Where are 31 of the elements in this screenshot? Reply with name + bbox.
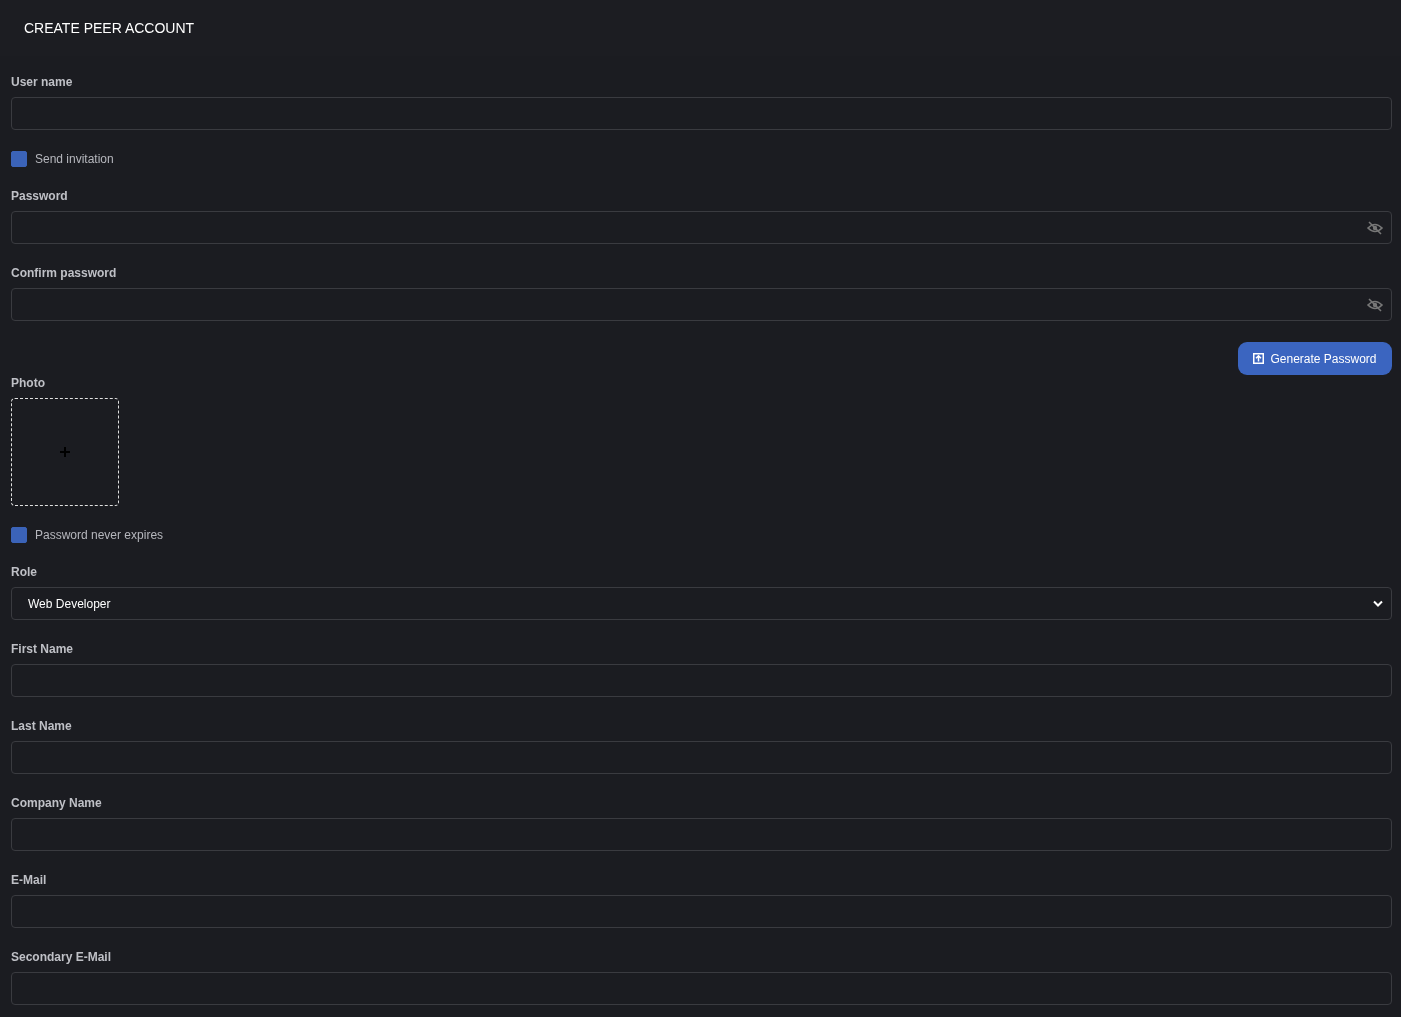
role-dropdown[interactable]: Web Developer — [11, 587, 1392, 620]
field-label: Company Name — [11, 795, 103, 811]
field-label: Secondary E-Mail — [11, 949, 113, 965]
input-field[interactable] — [11, 664, 1392, 697]
input-field[interactable] — [11, 972, 1392, 1005]
password-field[interactable] — [11, 288, 1392, 321]
field-label: User name — [11, 74, 74, 90]
field-label: Password — [11, 188, 69, 204]
field-label: Photo — [11, 375, 46, 391]
checkbox[interactable] — [11, 151, 27, 167]
input-field[interactable] — [11, 818, 1392, 851]
checkbox-label: Password never expires — [35, 528, 164, 542]
field-label: Confirm password — [11, 265, 118, 281]
photo-upload[interactable] — [11, 398, 119, 506]
generate-password-button[interactable]: Generate Password — [1238, 342, 1392, 375]
eye-slash-icon[interactable] — [1367, 298, 1383, 312]
input-field[interactable] — [11, 741, 1392, 774]
input-field[interactable] — [11, 97, 1392, 130]
field-label: Last Name — [11, 718, 73, 734]
password-field[interactable] — [11, 211, 1392, 244]
field-label: First Name — [11, 641, 75, 657]
upload-icon — [1253, 353, 1265, 364]
field-label: Role — [11, 564, 38, 580]
chevron-down-icon — [1373, 600, 1383, 607]
checkbox-label: Send invitation — [35, 152, 114, 166]
plus-icon — [59, 446, 71, 458]
eye-slash-icon[interactable] — [1367, 221, 1383, 235]
input-field[interactable] — [11, 895, 1392, 928]
field-label: E-Mail — [11, 872, 48, 888]
page-title: CREATE PEER ACCOUNT — [24, 20, 195, 36]
checkbox[interactable] — [11, 527, 27, 543]
